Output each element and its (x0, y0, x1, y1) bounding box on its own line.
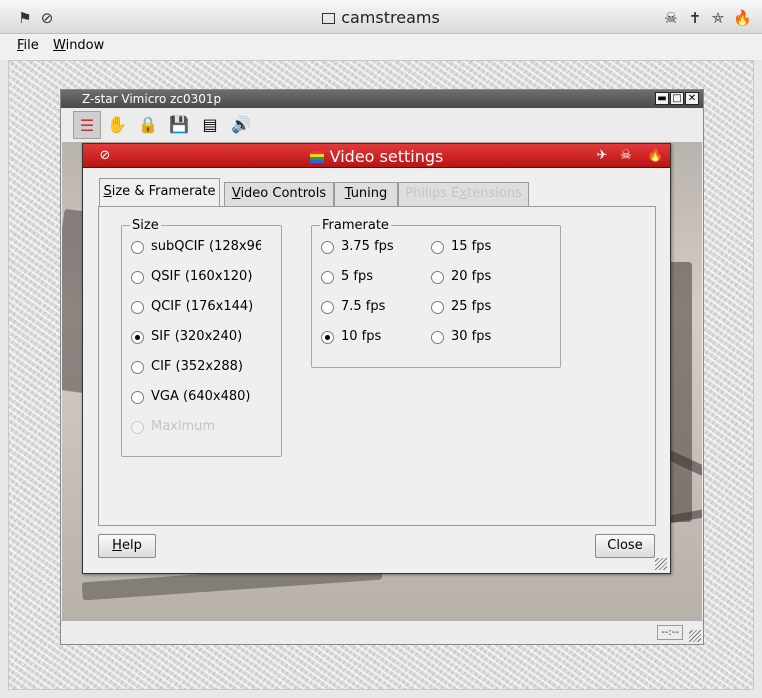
window-title: camstreams (0, 8, 762, 27)
minimize-button[interactable]: ▬ (655, 92, 669, 105)
radio-button-checked[interactable] (321, 331, 334, 344)
tab-video-controls[interactable]: Video Controls (224, 182, 334, 206)
skull-crossbones-icon[interactable]: ☠ (662, 9, 680, 27)
menu-file[interactable]: File (17, 38, 39, 53)
dialog-titlebar[interactable]: ⊘ Video settings ✈ ☠ 🔥 (83, 144, 670, 168)
size-option-maximum: Maximum (131, 419, 271, 437)
main-titlebar[interactable]: ⚑ ⊘ camstreams ☠ ✝ ⛤ 🔥 (0, 0, 762, 34)
video-settings-dialog: ⊘ Video settings ✈ ☠ 🔥 Size & Framerate … (82, 143, 671, 574)
radio-button[interactable] (431, 241, 444, 254)
flame-icon[interactable]: 🔥 (647, 148, 663, 164)
framerate-option-30[interactable]: 30 fps (431, 329, 531, 347)
menu-window[interactable]: Window (53, 38, 104, 53)
size-group-legend: Size (130, 218, 161, 233)
flame-icon[interactable]: 🔥 (733, 9, 752, 27)
maximize-button[interactable]: □ (670, 92, 684, 105)
framerate-option-3-75[interactable]: 3.75 fps (321, 239, 421, 257)
radio-button[interactable] (131, 361, 144, 374)
radio-button[interactable] (131, 391, 144, 404)
framerate-group: Framerate 3.75 fps 5 fps 7.5 fps 10 fps … (311, 218, 561, 368)
tab-panel-size-framerate: Size subQCIF (128x96) QSIF (160x120) QCI… (98, 206, 656, 526)
radio-button[interactable] (131, 241, 144, 254)
radio-button[interactable] (321, 271, 334, 284)
size-group: Size subQCIF (128x96) QSIF (160x120) QCI… (121, 218, 282, 457)
radio-button[interactable] (321, 301, 334, 314)
speaker-icon[interactable]: 🔊 (227, 111, 255, 139)
framerate-option-7-5[interactable]: 7.5 fps (321, 299, 421, 317)
radio-button-checked[interactable] (131, 331, 144, 344)
save-icon[interactable]: 💾 (165, 111, 193, 139)
radio-button-disabled (131, 421, 144, 434)
framerate-option-25[interactable]: 25 fps (431, 299, 531, 317)
help-button[interactable]: Help (98, 534, 156, 558)
radio-button[interactable] (131, 301, 144, 314)
radio-button[interactable] (321, 241, 334, 254)
camera-window-titlebar[interactable]: Z-star Vimicro zc0301p ▬ □ ✕ (61, 90, 703, 108)
bird-icon[interactable]: ✈ (594, 148, 610, 164)
settings-flag-icon (309, 151, 324, 163)
tab-size-framerate[interactable]: Size & Framerate (99, 178, 220, 207)
framerate-group-legend: Framerate (320, 218, 391, 233)
pentagram-icon[interactable]: ⛤ (709, 9, 727, 27)
camera-toolbar: ☰ ✋ 🔒 💾 ▤ 🔊 (61, 108, 703, 142)
resize-grip-icon[interactable] (689, 630, 701, 642)
skull-icon[interactable]: ☠ (618, 148, 634, 164)
close-window-button[interactable]: ✕ (685, 92, 699, 105)
framerate-option-10[interactable]: 10 fps (321, 329, 421, 347)
radio-button[interactable] (431, 331, 444, 344)
framerate-option-5[interactable]: 5 fps (321, 269, 421, 287)
radio-button[interactable] (431, 301, 444, 314)
tab-philips-extensions: Philips Extensions (398, 182, 529, 206)
dialog-title: Video settings (83, 147, 670, 166)
camera-statusbar: --:-- (61, 620, 703, 644)
size-option-qcif[interactable]: QCIF (176x144) (131, 299, 271, 317)
size-option-sif[interactable]: SIF (320x240) (131, 329, 271, 347)
tab-tuning[interactable]: Tuning (334, 182, 398, 206)
camera-window-title: Z-star Vimicro zc0301p (82, 92, 222, 106)
inverted-cross-icon[interactable]: ✝ (686, 9, 704, 27)
size-option-subqcif[interactable]: subQCIF (128x96) (131, 239, 261, 257)
hand-icon[interactable]: ✋ (103, 111, 131, 139)
framerate-option-20[interactable]: 20 fps (431, 269, 531, 287)
size-option-qsif[interactable]: QSIF (160x120) (131, 269, 271, 287)
framerate-option-15[interactable]: 15 fps (431, 239, 531, 257)
close-button[interactable]: Close (595, 534, 655, 558)
color-lock-icon[interactable]: 🔒 (134, 111, 162, 139)
menubar: File Window (0, 34, 762, 60)
video-settings-icon[interactable]: ☰ (73, 111, 101, 139)
save-as-icon[interactable]: ▤ (196, 111, 224, 139)
resize-grip-icon[interactable] (655, 558, 667, 570)
radio-button[interactable] (431, 271, 444, 284)
size-option-vga[interactable]: VGA (640x480) (131, 389, 271, 407)
radio-button[interactable] (131, 271, 144, 284)
status-time: --:-- (657, 625, 683, 640)
size-option-cif[interactable]: CIF (352x288) (131, 359, 271, 377)
window-icon (322, 13, 336, 24)
